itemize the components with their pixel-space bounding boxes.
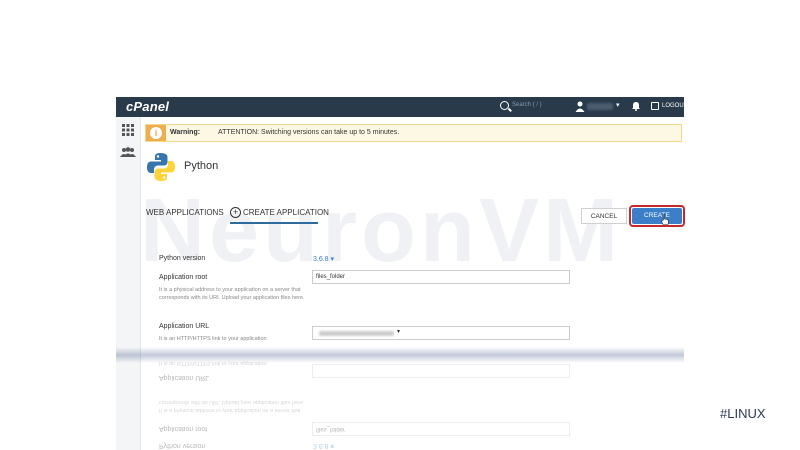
hashtag-overlay: #LINUX — [720, 406, 766, 421]
application-url-select[interactable]: ▾ — [312, 326, 570, 340]
cpanel-logo[interactable]: cPanel — [126, 99, 169, 114]
username-redacted[interactable] — [587, 103, 613, 110]
info-icon: i — [150, 127, 162, 139]
plus-circle-icon: + — [230, 207, 241, 218]
reflected-url-select — [312, 364, 570, 378]
caret-down-icon: ▾ — [397, 329, 401, 335]
cpanel-topbar: cPanel Search ( / ) ▾ LOGOUT — [116, 97, 687, 117]
python-version-select[interactable]: 3.6.8 ▾ — [313, 255, 334, 263]
reflected-version-label: Python version — [159, 442, 206, 449]
application-root-label: Application root — [159, 274, 208, 281]
python-logo-icon — [147, 153, 175, 181]
application-url-label: Application URL — [159, 323, 210, 330]
application-root-input[interactable]: files_folder — [312, 270, 570, 284]
application-root-help: It is a physical address to your applica… — [159, 287, 305, 301]
reflected-version-value: 3.6.8 ▾ — [313, 442, 335, 449]
cancel-button[interactable]: CANCEL — [581, 208, 627, 224]
tab-create-application-label: CREATE APPLICATION — [243, 208, 329, 217]
warning-strip: i — [146, 125, 166, 141]
warning-banner: i Warning: ATTENTION: Switching versions… — [145, 124, 682, 142]
user-icon[interactable] — [575, 101, 585, 112]
search-icon[interactable] — [500, 101, 509, 110]
logout-icon[interactable] — [651, 102, 659, 110]
page-title: Python — [184, 160, 219, 172]
warning-label: Warning: — [170, 129, 201, 136]
domain-redacted — [319, 331, 394, 336]
logout-link[interactable]: LOGOUT — [662, 103, 687, 109]
watermark: NeuronVM — [140, 181, 622, 281]
bell-icon[interactable] — [632, 101, 640, 111]
application-url-help: It is an HTTP/HTTPS link to your applica… — [159, 336, 267, 342]
warning-text: ATTENTION: Switching versions can take u… — [218, 129, 400, 136]
reflection: It is an HTTP/HTTPS link to your applica… — [116, 350, 684, 450]
reflected-root-help: It is a physical address to your applica… — [159, 399, 305, 413]
grid-icon[interactable] — [122, 124, 134, 136]
reflected-root-label: Application root — [159, 425, 208, 432]
create-button[interactable]: CREATE — [632, 208, 682, 224]
tab-create-application[interactable]: + CREATE APPLICATION — [230, 206, 329, 224]
hand-cursor-icon — [661, 214, 669, 225]
search-input[interactable]: Search ( / ) — [512, 102, 542, 108]
users-icon[interactable] — [120, 147, 136, 157]
tab-web-applications[interactable]: WEB APPLICATIONS — [146, 208, 224, 217]
reflected-root-input: files_folder — [312, 422, 570, 436]
caret-down-icon[interactable]: ▾ — [616, 101, 620, 109]
python-version-label: Python version — [159, 255, 206, 262]
reflected-url-label: Application URL — [159, 374, 210, 381]
reflected-url-help: It is an HTTP/HTTPS link to your applica… — [159, 360, 267, 366]
